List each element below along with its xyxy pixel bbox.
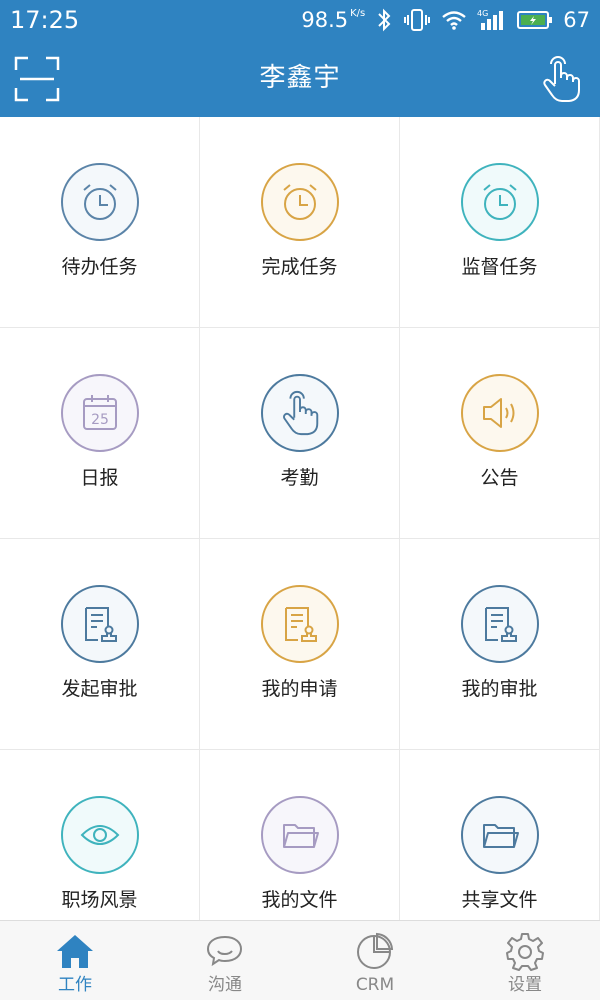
grid-item-announcement[interactable]: 公告 bbox=[400, 328, 600, 539]
page-title: 李鑫宇 bbox=[259, 63, 341, 93]
folder-icon bbox=[283, 824, 319, 848]
grid-item-completed-tasks[interactable]: 完成任务 bbox=[200, 117, 400, 328]
top-bar: 17:25 98.5 K/s 4G 67 李鑫宇 bbox=[0, 0, 600, 117]
feature-grid: 待办任务 完成任务 监督任务 25 日报 考勤 公告 发起审批 我的申请 我的审… bbox=[0, 117, 600, 920]
tab-label: 沟通 bbox=[208, 975, 242, 995]
chat-bubbles-icon bbox=[206, 935, 243, 967]
alarm-clock-icon bbox=[283, 184, 317, 220]
eye-icon bbox=[80, 825, 120, 845]
tab-crm[interactable]: CRM bbox=[300, 921, 450, 1000]
alarm-clock-icon bbox=[83, 184, 117, 220]
net-speed-unit: K/s bbox=[350, 8, 366, 19]
pie-chart-icon bbox=[357, 932, 394, 969]
svg-text:4G: 4G bbox=[477, 9, 488, 18]
svg-text:25: 25 bbox=[91, 412, 109, 428]
status-time: 17:25 bbox=[10, 6, 80, 34]
grid-item-label: 公告 bbox=[480, 467, 519, 489]
grid-item-label: 职场风景 bbox=[61, 889, 138, 911]
grid-item-label: 我的审批 bbox=[461, 678, 538, 700]
grid-item-daily-report[interactable]: 25 日报 bbox=[0, 328, 200, 539]
grid-item-label: 监督任务 bbox=[461, 256, 538, 278]
approval-doc-icon bbox=[485, 607, 517, 642]
status-bar: 17:25 98.5 K/s 4G 67 bbox=[0, 0, 600, 40]
gear-icon bbox=[506, 933, 544, 971]
bottom-tab-bar: 工作 沟通 CRM 设置 bbox=[0, 920, 600, 1000]
home-icon bbox=[57, 935, 93, 968]
tab-label: 设置 bbox=[508, 975, 542, 995]
grid-item-label: 我的申请 bbox=[261, 678, 338, 700]
tab-label: CRM bbox=[355, 975, 395, 995]
vibrate-icon bbox=[404, 9, 431, 31]
battery-icon bbox=[517, 11, 553, 29]
status-indicators: 98.5 K/s 4G 67 bbox=[301, 5, 590, 35]
grid-item-my-applications[interactable]: 我的申请 bbox=[200, 539, 400, 750]
bluetooth-icon bbox=[378, 8, 391, 32]
grid-item-label: 日报 bbox=[80, 467, 119, 489]
net-speed: 98.5 K/s bbox=[301, 8, 365, 32]
calendar-icon: 25 bbox=[83, 395, 117, 430]
grid-item-shared-files[interactable]: 共享文件 bbox=[400, 750, 600, 920]
folder-icon bbox=[483, 824, 519, 848]
grid-item-attendance[interactable]: 考勤 bbox=[200, 328, 400, 539]
grid-item-label: 发起审批 bbox=[61, 678, 138, 700]
alarm-clock-icon bbox=[483, 184, 517, 220]
grid-item-label: 待办任务 bbox=[61, 256, 138, 278]
touch-hand-icon bbox=[283, 390, 319, 436]
touch-hand-icon[interactable] bbox=[540, 54, 582, 104]
grid-item-my-files[interactable]: 我的文件 bbox=[200, 750, 400, 920]
approval-doc-icon bbox=[85, 607, 117, 642]
grid-item-my-approvals[interactable]: 我的审批 bbox=[400, 539, 600, 750]
grid-item-supervise-tasks[interactable]: 监督任务 bbox=[400, 117, 600, 328]
grid-item-label: 我的文件 bbox=[261, 889, 338, 911]
battery-level: 67 bbox=[563, 8, 590, 32]
tab-chat[interactable]: 沟通 bbox=[150, 921, 300, 1000]
approval-doc-icon bbox=[285, 607, 317, 642]
tab-settings[interactable]: 设置 bbox=[450, 921, 600, 1000]
grid-item-label: 完成任务 bbox=[261, 256, 338, 278]
grid-item-label: 考勤 bbox=[280, 467, 319, 489]
tab-label: 工作 bbox=[58, 975, 92, 995]
grid-item-pending-tasks[interactable]: 待办任务 bbox=[0, 117, 200, 328]
grid-item-label: 共享文件 bbox=[461, 889, 538, 911]
net-speed-value: 98.5 bbox=[301, 8, 349, 32]
grid-item-workplace-scenery[interactable]: 职场风景 bbox=[0, 750, 200, 920]
tab-work[interactable]: 工作 bbox=[0, 921, 150, 1000]
wifi-icon bbox=[442, 11, 467, 30]
signal-4g-icon: 4G bbox=[477, 9, 504, 30]
nav-bar: 李鑫宇 bbox=[0, 40, 600, 117]
grid-item-start-approval[interactable]: 发起审批 bbox=[0, 539, 200, 750]
speaker-icon bbox=[483, 398, 515, 428]
